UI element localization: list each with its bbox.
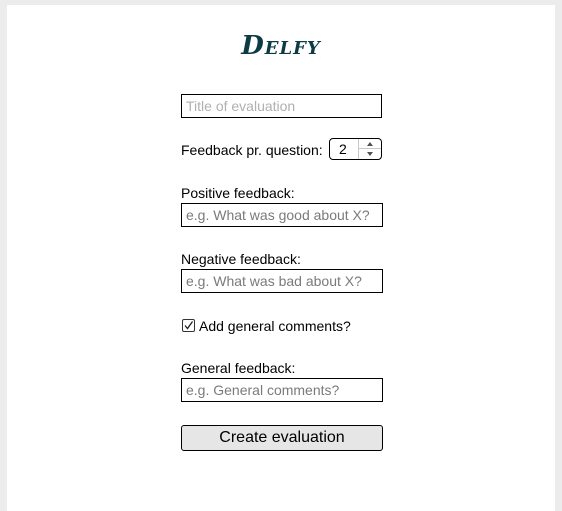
- positive-feedback-label: Positive feedback:: [181, 185, 295, 201]
- general-comments-checkbox-label[interactable]: Add general comments?: [199, 318, 351, 334]
- general-feedback-input[interactable]: [181, 378, 383, 402]
- chevron-up-icon: [367, 141, 373, 146]
- negative-feedback-input[interactable]: [181, 269, 383, 293]
- checkmark-icon: [184, 321, 194, 330]
- feedback-count-value[interactable]: 2: [339, 141, 347, 157]
- feedback-count-label: Feedback pr. question:: [181, 142, 323, 158]
- chevron-down-icon: [367, 152, 373, 156]
- negative-feedback-label: Negative feedback:: [181, 251, 301, 267]
- general-comments-checkbox[interactable]: [182, 319, 195, 332]
- feedback-count-stepper[interactable]: 2: [329, 138, 382, 160]
- evaluation-title-input[interactable]: [181, 94, 382, 118]
- app-logo: Delfy: [241, 31, 321, 61]
- increment-button[interactable]: [359, 139, 381, 149]
- general-feedback-label: General feedback:: [181, 360, 296, 376]
- positive-feedback-input[interactable]: [181, 203, 383, 227]
- create-evaluation-button[interactable]: Create evaluation: [181, 425, 383, 451]
- decrement-button[interactable]: [359, 149, 381, 159]
- stepper-buttons: [358, 139, 381, 159]
